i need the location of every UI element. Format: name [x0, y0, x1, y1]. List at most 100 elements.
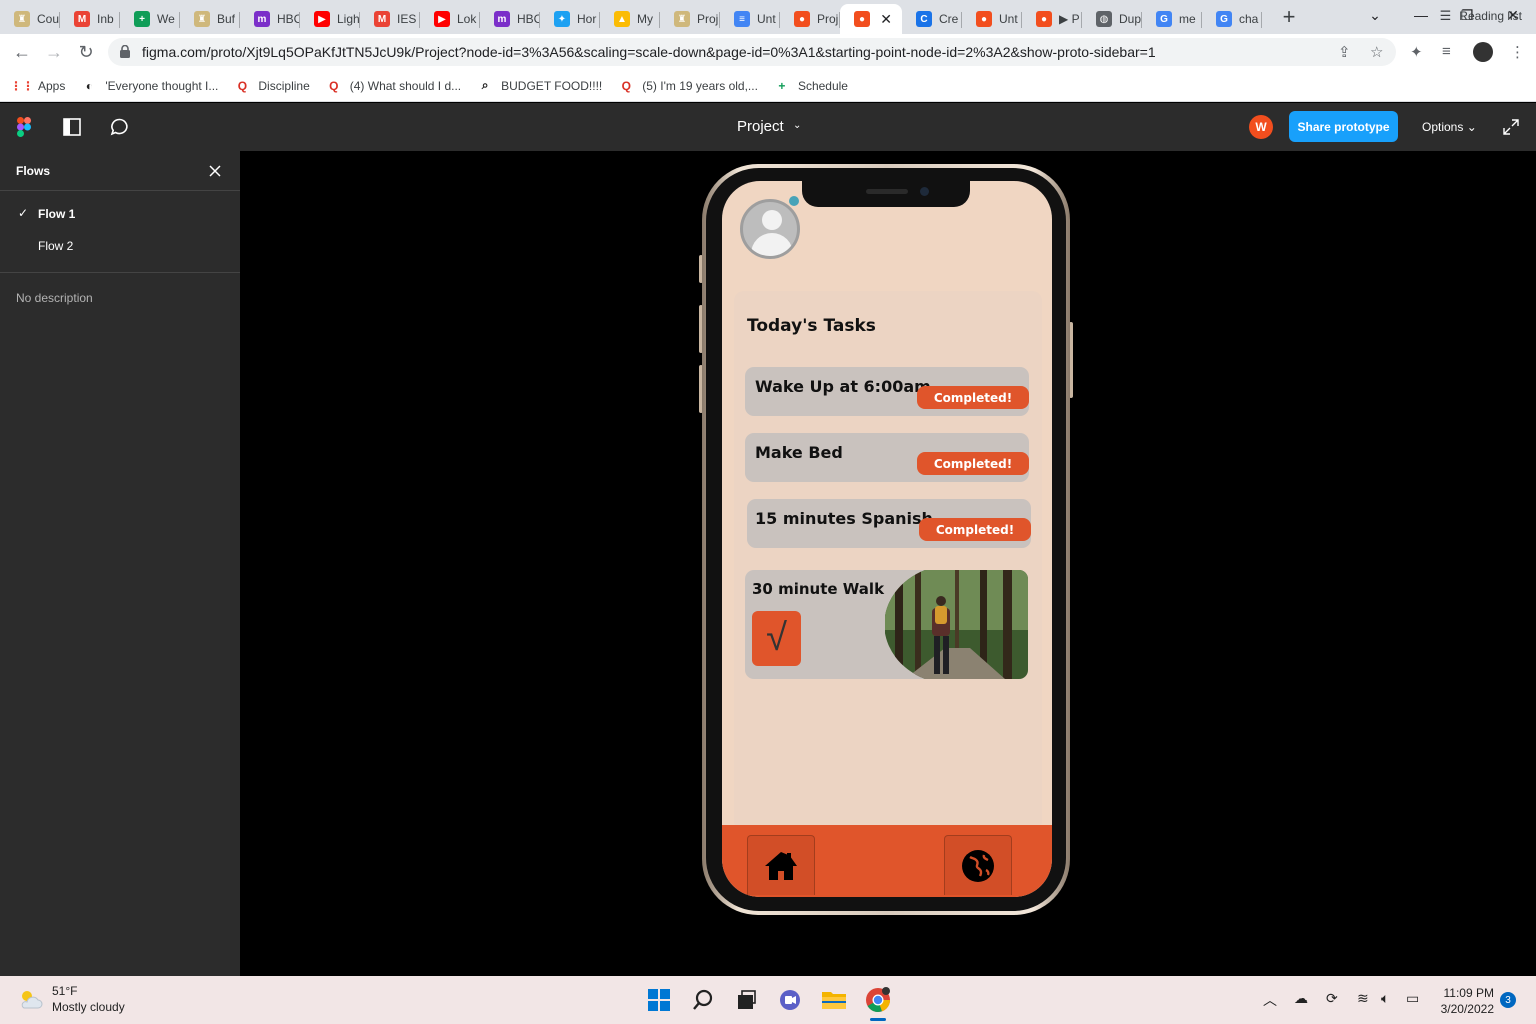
system-clock[interactable]: 11:09 PM 3/20/2022: [1424, 985, 1494, 1017]
checkmark-icon: ✓: [18, 206, 29, 220]
task-card[interactable]: 15 minutes Spanish Completed!: [747, 499, 1031, 548]
windows-start-icon[interactable]: [643, 984, 675, 1016]
browser-tab[interactable]: C Cre: [902, 4, 962, 34]
flow-item-1[interactable]: ✓ Flow 1: [0, 198, 240, 230]
browser-tab[interactable]: Gcha: [1202, 4, 1262, 34]
share-page-icon[interactable]: ⇪: [1338, 43, 1351, 61]
new-tab-button[interactable]: +: [1269, 2, 1309, 32]
onedrive-icon[interactable]: ☁: [1294, 990, 1308, 1007]
browser-tab[interactable]: ● Unt: [962, 4, 1022, 34]
tab-search-icon[interactable]: ⌄: [1352, 0, 1398, 30]
temperature: 51°F: [52, 984, 78, 998]
tab-label: cha: [1239, 12, 1259, 26]
flows-heading: Flows: [0, 151, 240, 191]
tab-separator: [1261, 12, 1262, 28]
reload-icon[interactable]: ↻: [74, 40, 98, 64]
wifi-icon[interactable]: ≋: [1357, 990, 1369, 1007]
browser-tab[interactable]: Gme: [1142, 4, 1202, 34]
bookmark-label: BUDGET FOOD!!!!: [501, 78, 603, 93]
browser-tab[interactable]: ♜ Cou: [0, 4, 60, 34]
completed-badge[interactable]: Completed!: [917, 386, 1029, 409]
media-control-icon[interactable]: ≡: [1442, 43, 1451, 60]
tab-label: Unt: [757, 12, 776, 26]
chevron-up-icon[interactable]: ︿: [1263, 990, 1277, 1010]
url-bar[interactable]: figma.com/proto/Xjt9Lq5OPaKfJtTN5JcU9k/P…: [108, 38, 1396, 66]
fullscreen-icon[interactable]: [1503, 119, 1519, 135]
profile-avatar-icon[interactable]: [740, 199, 800, 259]
options-menu[interactable]: Options ⌄: [1422, 120, 1477, 134]
browser-tab[interactable]: ♜ Proj: [660, 4, 720, 34]
browser-tab[interactable]: m HBC: [240, 4, 300, 34]
nav-home-button[interactable]: [747, 835, 815, 895]
bookmark-item[interactable]: + Schedule: [774, 78, 848, 94]
profile-avatar[interactable]: [1473, 42, 1493, 62]
file-explorer-icon[interactable]: [818, 984, 850, 1016]
task-card[interactable]: Wake Up at 6:00am Completed!: [745, 367, 1029, 416]
browser-tab[interactable]: ▶ Ligh: [300, 4, 360, 34]
search-icon[interactable]: [687, 984, 719, 1016]
tab-label: Cou: [37, 12, 60, 26]
browser-tab[interactable]: ◍ Dup: [1082, 4, 1142, 34]
browser-tab[interactable]: M IES: [360, 4, 420, 34]
flow-item-2[interactable]: Flow 2: [0, 230, 240, 262]
browser-tab[interactable]: ● ✕: [840, 4, 902, 34]
sidebar-toggle-icon[interactable]: [63, 118, 81, 136]
docs-icon: ≡: [734, 11, 750, 27]
completed-badge[interactable]: Completed!: [919, 518, 1031, 541]
chevron-down-icon: ⌄: [1466, 120, 1477, 134]
user-avatar[interactable]: W: [1249, 115, 1273, 139]
completed-badge[interactable]: Completed!: [917, 452, 1029, 475]
bookmark-item[interactable]: ⋮⋮ Apps: [10, 78, 65, 94]
extensions-icon[interactable]: ✦: [1410, 43, 1423, 61]
browser-tab[interactable]: M Inb: [60, 4, 120, 34]
sync-icon[interactable]: ⟳: [1326, 990, 1338, 1007]
chrome-menu-icon[interactable]: ⋮: [1510, 43, 1525, 61]
bookmark-item[interactable]: Q (5) I'm 19 years old,...: [618, 78, 758, 94]
browser-tab[interactable]: ✦ Hor: [540, 4, 600, 34]
chevron-down-icon[interactable]: ⌄: [793, 120, 801, 131]
nav-globe-button[interactable]: [944, 835, 1012, 895]
search-lens-icon: ⌕: [481, 78, 489, 92]
reading-list-button[interactable]: ☰ Reading list: [1440, 8, 1522, 24]
browser-tab[interactable]: ≡ Unt: [720, 4, 780, 34]
flow-label: Flow 1: [38, 207, 76, 221]
windows-taskbar: 51°F Mostly cloudy ︿ ☁ ⟳ ≋ 🔈︎ ▭ 11:09 PM…: [0, 976, 1536, 1024]
featured-task-card[interactable]: 30 minute Walk √: [745, 570, 1028, 679]
close-tab-icon[interactable]: ✕: [880, 11, 892, 28]
bookmark-star-icon[interactable]: ☆: [1370, 43, 1383, 61]
figma-logo-icon[interactable]: [17, 117, 31, 137]
back-icon[interactable]: ←: [10, 40, 34, 64]
project-title[interactable]: Project: [737, 118, 784, 135]
browser-tab[interactable]: m HBC: [480, 4, 540, 34]
browser-tab[interactable]: ▲ My: [600, 4, 660, 34]
weather-widget[interactable]: 51°F Mostly cloudy: [18, 984, 125, 1014]
teams-chat-icon[interactable]: [774, 984, 806, 1016]
comment-icon[interactable]: [110, 118, 129, 136]
task-checkbox[interactable]: √: [752, 611, 801, 666]
bookmark-item[interactable]: ◐ 'Everyone thought I...: [81, 78, 219, 94]
tab-label: My: [637, 12, 653, 26]
volume-icon[interactable]: 🔈︎: [1381, 990, 1389, 1007]
bookmark-label: Discipline: [258, 78, 310, 93]
forward-icon[interactable]: →: [42, 40, 66, 64]
browser-tab[interactable]: ● ▶ P: [1022, 4, 1082, 34]
share-prototype-button[interactable]: Share prototype: [1289, 111, 1398, 142]
bookmark-item[interactable]: Q (4) What should I d...: [326, 78, 461, 94]
tab-label: Cre: [939, 12, 959, 26]
sheets-icon: +: [778, 78, 786, 93]
bookmark-item[interactable]: ⌕ BUDGET FOOD!!!!: [477, 78, 603, 94]
close-icon[interactable]: [207, 163, 223, 179]
task-card[interactable]: Make Bed Completed!: [745, 433, 1029, 482]
browser-tab[interactable]: + We: [120, 4, 180, 34]
battery-icon[interactable]: ▭: [1406, 990, 1419, 1007]
browser-tab[interactable]: ● Proj: [780, 4, 840, 34]
notification-badge[interactable]: 3: [1500, 992, 1516, 1008]
minimize-button[interactable]: —: [1398, 0, 1444, 30]
chrome-taskbar-icon[interactable]: [862, 984, 894, 1016]
bookmark-item[interactable]: Q Discipline: [234, 78, 310, 94]
tab-label: Ligh: [337, 12, 360, 26]
task-view-icon[interactable]: [730, 984, 762, 1016]
task-label: 30 minute Walk: [752, 580, 885, 598]
browser-tab[interactable]: ▶ Lok: [420, 4, 480, 34]
browser-tab[interactable]: ♜ Buf: [180, 4, 240, 34]
